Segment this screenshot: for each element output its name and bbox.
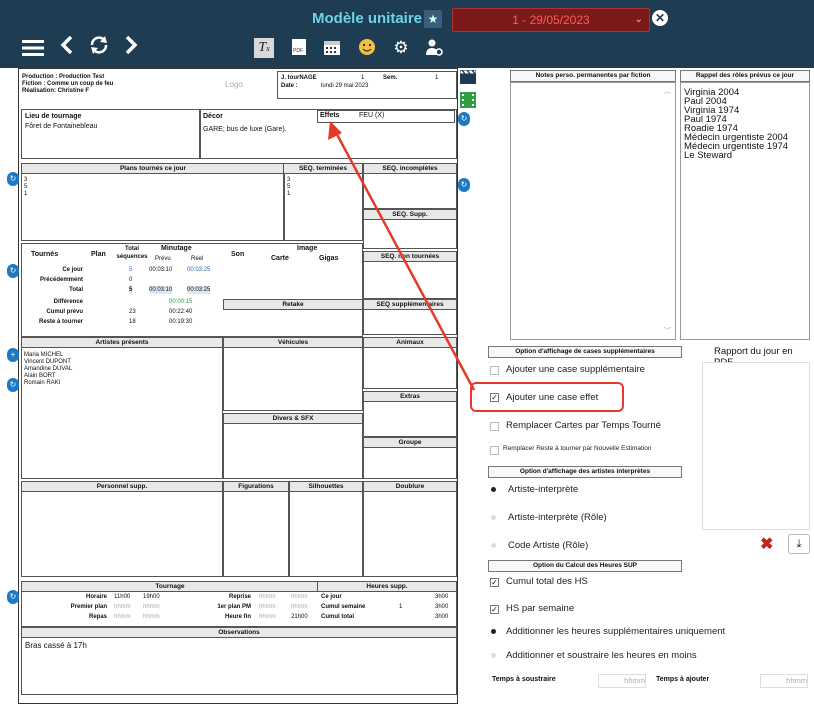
annotation-arrow xyxy=(328,121,476,391)
